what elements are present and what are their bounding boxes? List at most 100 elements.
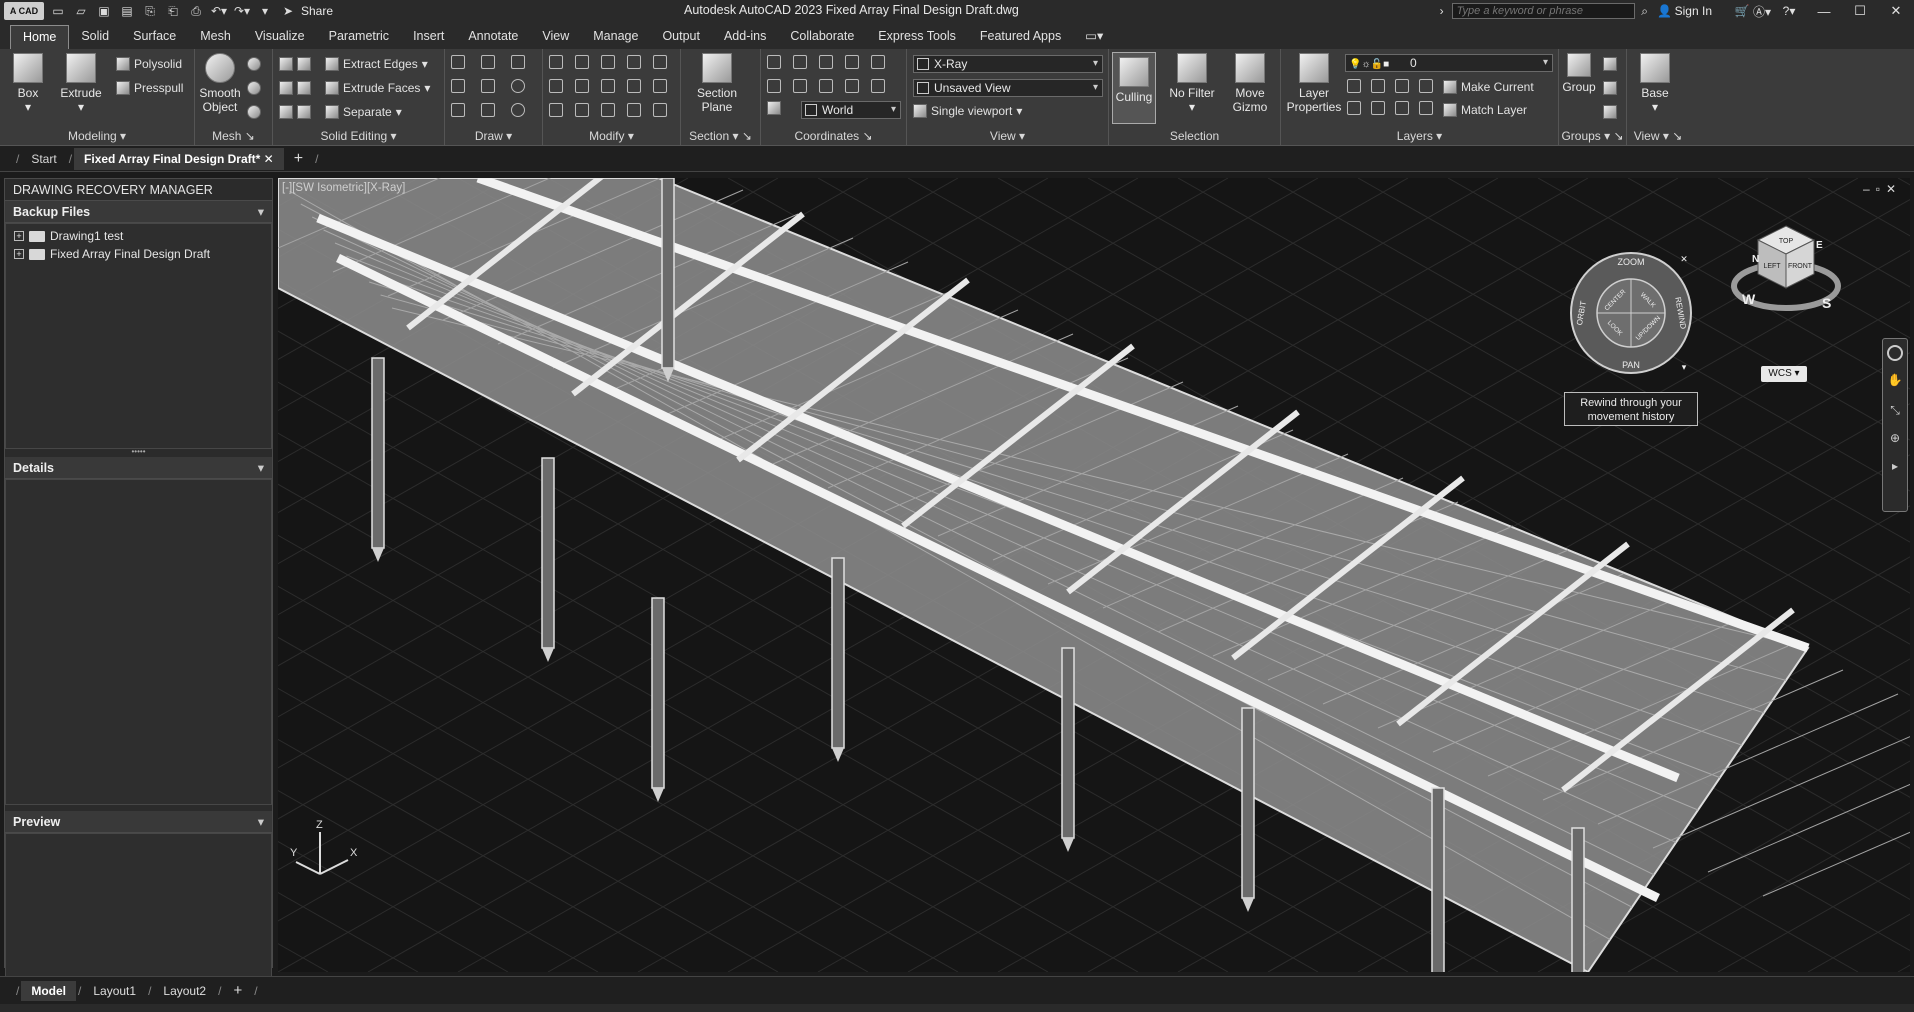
thicken-icon[interactable] [297,105,311,119]
ucs-object-icon[interactable] [871,79,885,93]
cart-icon[interactable]: 🛒 [1732,4,1752,18]
ucs-named-icon[interactable] [767,101,781,115]
share-button[interactable]: Share [301,4,333,18]
steering-wheel[interactable]: ZOOM PAN ORBIT REWIND CENTER WALK LOOK U… [1568,250,1694,376]
wheel-menu-icon[interactable]: ▾ [1682,362,1687,372]
panel-title-solid-editing[interactable]: Solid Editing ▾ [273,129,444,145]
layer-unisolate-icon[interactable] [1371,101,1385,115]
panel-title-groups[interactable]: Groups ▾ ↘ [1559,129,1626,145]
viewport-config-button[interactable]: Single viewport ▾ [913,104,1022,118]
undo-icon[interactable]: ↶▾ [210,3,228,19]
fillet-icon[interactable] [653,79,667,93]
maximize-icon[interactable]: ☐ [1842,3,1878,19]
panel-title-section[interactable]: Section ▾ ↘ [681,129,760,145]
interfere-icon[interactable] [297,57,311,71]
culling-button[interactable]: Culling [1112,52,1156,124]
panel-title-view-base[interactable]: View ▾ ↘ [1627,129,1689,145]
slice-icon[interactable] [297,81,311,95]
mirror-icon[interactable] [549,55,563,69]
tab-model[interactable]: Model [21,980,77,1001]
panel-title-modeling[interactable]: Modeling ▾ [0,129,194,145]
open-web-icon[interactable]: ⎘ [141,3,159,19]
redo-icon[interactable]: ↷▾ [233,3,251,19]
mesh-crease-icon[interactable] [247,105,261,119]
app-menu-button[interactable]: A CAD [4,2,44,20]
minimize-icon[interactable]: — [1806,4,1842,19]
erase-icon[interactable] [549,79,563,93]
ribbon-options-icon[interactable]: ▭▾ [1073,25,1115,49]
open-icon[interactable]: ▱ [72,3,90,19]
layer-properties-button[interactable]: Layer Properties [1285,53,1343,114]
ucs-3point-icon[interactable] [845,55,859,69]
share-icon[interactable]: ➤ [279,3,297,19]
search-input[interactable] [1451,3,1635,19]
mesh-refine-icon[interactable] [247,81,261,95]
orbit-icon[interactable]: ⊕ [1887,431,1903,449]
ucs-origin-icon[interactable] [819,55,833,69]
view-cube[interactable]: TOP LEFT FRONT W S N E [1728,212,1844,328]
tab-express-tools[interactable]: Express Tools [866,25,968,49]
tab-annotate[interactable]: Annotate [456,25,530,49]
union-icon[interactable] [279,57,293,71]
save-icon[interactable]: ▣ [95,3,113,19]
3d-move-icon[interactable] [575,55,589,69]
pan-icon[interactable]: ✋ [1887,373,1903,391]
list-item[interactable]: + Fixed Array Final Design Draft [6,245,271,263]
box-button[interactable]: Box ▾ [8,53,48,114]
navigation-bar[interactable]: ✋ ⤡ ⊕ ▸ [1882,338,1908,512]
move-gizmo-button[interactable]: Move Gizmo [1225,53,1275,114]
layer-freeze-icon[interactable] [1395,79,1409,93]
tab-collaborate[interactable]: Collaborate [778,25,866,49]
close-icon[interactable]: ✕ [1878,3,1914,19]
3d-rotate-icon[interactable] [601,55,615,69]
extract-edges-button[interactable]: Extract Edges ▾ [325,57,428,71]
tab-output[interactable]: Output [650,25,712,49]
expand-icon[interactable]: + [14,249,24,259]
group-button[interactable]: Group [1561,53,1597,94]
tab-view[interactable]: View [530,25,581,49]
details-header[interactable]: Details [5,457,272,479]
splitter-handle[interactable]: ••••• [5,448,272,457]
extrude-faces-button[interactable]: Extrude Faces ▾ [325,81,430,95]
preview-header[interactable]: Preview [5,811,272,833]
compass-w[interactable]: W [1742,291,1756,307]
tab-featured-apps[interactable]: Featured Apps [968,25,1073,49]
layer-dropdown[interactable]: 💡☼🔓■ 0 [1345,54,1553,72]
intersect-icon[interactable] [279,105,293,119]
visual-style-dropdown[interactable]: X-Ray [913,55,1103,73]
smooth-object-button[interactable]: Smooth Object [199,53,241,114]
list-item[interactable]: + Drawing1 test [6,227,271,245]
wcs-menu[interactable]: WCS ▾ [1761,366,1807,382]
expand-icon[interactable]: + [14,231,24,241]
new-icon[interactable]: ▭ [49,3,67,19]
tab-solid[interactable]: Solid [69,25,121,49]
polygon-icon[interactable] [451,103,465,117]
ungroup-icon[interactable] [1603,57,1617,71]
rotate-icon[interactable] [601,79,615,93]
panel-title-draw[interactable]: Draw ▾ [445,129,542,145]
subtract-icon[interactable] [279,81,293,95]
full-navigation-wheel-icon[interactable] [1887,345,1903,361]
new-tab-button[interactable]: + [284,148,313,170]
zoom-icon[interactable]: ⤡ [1887,403,1903,421]
tab-parametric[interactable]: Parametric [317,25,401,49]
help-icon[interactable]: ?▾ [1772,4,1806,18]
layer-thaw-icon[interactable] [1395,101,1409,115]
showmotion-icon[interactable]: ▸ [1887,459,1903,475]
3d-array-icon[interactable] [653,55,667,69]
3d-align-icon[interactable] [627,55,641,69]
sign-in-button[interactable]: Sign In [1675,4,1712,18]
group-select-icon[interactable] [1603,105,1617,119]
group-edit-icon[interactable] [1603,81,1617,95]
mesh-sphere-icon[interactable] [247,57,261,71]
arc-icon[interactable] [511,55,525,69]
wheel-zoom[interactable]: ZOOM [1618,257,1645,267]
compass-e[interactable]: E [1816,240,1823,251]
panel-title-layers[interactable]: Layers ▾ [1281,129,1558,145]
ucs-icon[interactable] [767,55,781,69]
ucs-view-icon[interactable] [845,79,859,93]
tab-layout1[interactable]: Layout1 [83,981,146,1001]
tab-manage[interactable]: Manage [581,25,650,49]
section-plane-button[interactable]: Section Plane [691,53,743,114]
trim-icon[interactable] [627,103,641,117]
